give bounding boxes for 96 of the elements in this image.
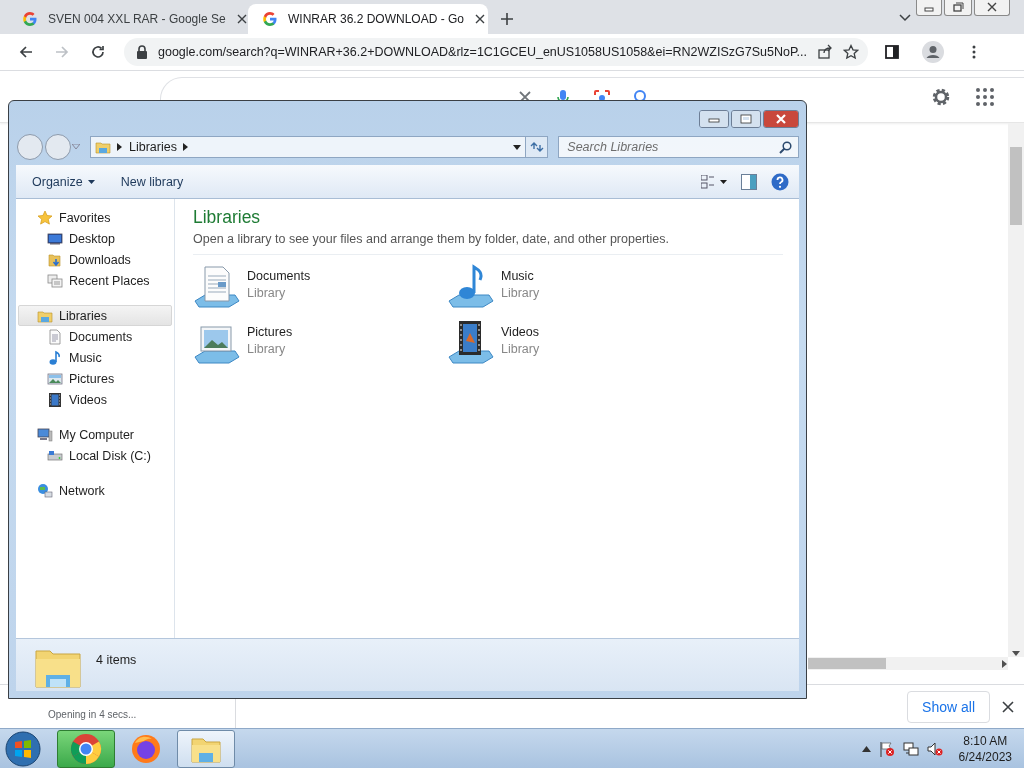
chevron-icon[interactable] [117,143,123,151]
google-g-icon [22,11,38,27]
library-name[interactable]: Videos [501,324,540,339]
show-hidden-icons[interactable] [861,745,871,752]
close-icon[interactable] [235,13,248,25]
scrollbar-thumb[interactable] [808,658,886,669]
library-type: Library [501,341,540,356]
scroll-right-icon[interactable] [1002,659,1008,668]
close-icon[interactable] [974,0,1010,16]
reload-icon[interactable] [90,44,106,60]
taskbar-button[interactable] [57,729,115,768]
close-icon[interactable] [763,110,799,128]
nav-item[interactable]: Documents [18,326,172,347]
videos-library-icon[interactable] [447,319,495,367]
minimize-icon[interactable] [699,110,729,128]
nav-item[interactable]: Downloads [18,249,172,270]
settings-icon[interactable] [930,86,952,108]
side-panel-icon[interactable] [884,44,900,60]
refresh-icon [529,141,544,153]
network-icon[interactable] [902,740,919,757]
scrollbar-thumb[interactable] [1010,147,1022,225]
browser-tab[interactable]: SVEN 004 XXL RAR - Google Se [8,4,248,34]
profile-icon[interactable] [922,41,944,63]
nav-item[interactable]: Music [18,347,172,368]
refresh-button[interactable] [526,136,549,158]
library-type: Library [247,285,287,300]
address-bar[interactable]: Libraries [90,136,527,158]
clear-icon[interactable] [517,89,533,100]
nav-item[interactable]: Favorites [18,207,172,228]
breadcrumb[interactable]: Libraries [129,140,177,154]
chevron-icon[interactable] [182,143,189,151]
apps-grid-icon[interactable] [976,88,994,106]
volume-muted-icon[interactable] [926,740,943,757]
document-icon [47,328,63,345]
flag-icon[interactable] [878,740,895,757]
library-name[interactable]: Pictures [247,324,293,339]
close-icon[interactable] [1002,700,1014,713]
lock-icon [136,45,148,59]
bookmark-star-icon[interactable] [843,44,860,60]
dropdown-icon[interactable] [513,144,522,150]
help-icon[interactable] [771,172,789,191]
caret-icon [87,179,95,184]
microphone-icon[interactable] [555,89,571,100]
library-name[interactable]: Music [501,268,540,283]
close-icon[interactable] [474,13,487,25]
item-count: 4 items [96,653,137,667]
address-bar[interactable]: google.com/search?q=WINRAR+36.2+DOWNLOAD&rlz=1C1GCEU_enUS1058US1058&ei=RN2WZISzG7Su5NoP... [124,38,868,66]
show-all-button[interactable]: Show all [907,690,990,723]
nav-item[interactable]: Videos [18,389,172,410]
library-name[interactable]: Documents [247,268,311,283]
taskbar-button[interactable] [177,729,235,768]
maximize-icon[interactable] [731,110,761,128]
computer-icon [37,426,53,443]
camera-lens-icon[interactable] [593,89,611,100]
browser-tab[interactable]: WINRAR 36.2 DOWNLOAD - Go [248,4,488,34]
vertical-scrollbar[interactable] [1008,123,1024,657]
film-icon [47,391,63,408]
recent-places-icon [47,272,63,289]
search-icon [779,140,792,154]
nav-item[interactable]: Network [18,480,172,501]
download-status: Opening in 4 secs... [48,708,137,720]
library-type: Library [247,341,287,356]
firefox-icon [130,732,162,765]
new-tab-icon[interactable] [500,12,514,26]
clock[interactable]: 8:10 AM 6/24/2023 [958,732,1012,765]
folder-icon [47,251,63,268]
pane-heading: Libraries [193,207,262,228]
star-icon [37,209,53,226]
horizontal-scrollbar[interactable] [808,657,1008,670]
nav-item[interactable]: Desktop [18,228,172,249]
documents-library-icon[interactable] [193,263,241,311]
back-icon[interactable] [18,44,34,60]
start-button[interactable] [3,729,43,768]
music-library-icon[interactable] [447,263,495,311]
music-note-icon [47,349,63,366]
toolbar-button[interactable]: New library [114,171,190,192]
chrome-icon [70,732,102,765]
description-text: Open a library to see your files and arrange them by folder, date, and other properties. [193,232,783,255]
restore-icon[interactable] [944,0,972,16]
nav-item[interactable]: Pictures [18,368,172,389]
monitor-icon [47,230,63,247]
picture-icon [47,370,63,387]
search-field[interactable]: Search Libraries [558,136,799,158]
nav-item[interactable]: My Computer [18,424,172,445]
preview-pane-icon[interactable] [741,173,757,190]
library-folder-icon [95,139,111,155]
share-icon[interactable] [817,44,834,60]
scroll-down-icon[interactable] [1012,651,1020,657]
library-type: Library [501,285,540,300]
view-options-icon[interactable] [701,174,727,189]
organize-menu[interactable]: Organize [26,171,101,192]
nav-item[interactable]: Libraries [18,305,172,326]
nav-item[interactable]: Local Disk (C:) [18,445,172,466]
google-g-icon [262,11,278,27]
network-icon [37,482,53,499]
nav-item[interactable]: Recent Places [18,270,172,291]
